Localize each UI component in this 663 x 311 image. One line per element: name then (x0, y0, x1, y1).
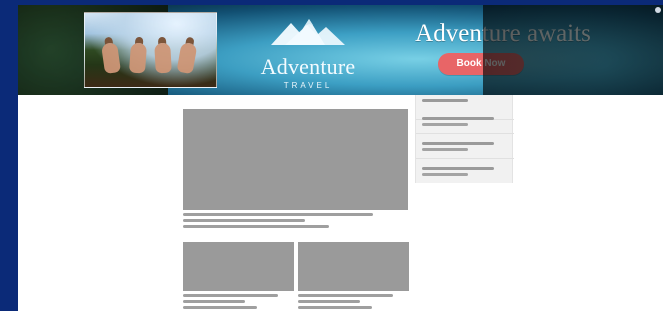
sidebar-item-title-line (422, 142, 494, 145)
sidebar-item[interactable] (416, 134, 514, 159)
card-meta-line (298, 306, 372, 309)
card-title-line (298, 294, 393, 297)
card-title-line (183, 294, 278, 297)
sidebar-list (415, 95, 514, 184)
adventure-photo (84, 12, 217, 88)
sidebar-item-subtitle-line (422, 173, 468, 176)
photo-person (154, 42, 172, 74)
photo-person (176, 41, 198, 75)
hero-title-line (183, 213, 373, 216)
brand-subtitle: TRAVEL (283, 81, 333, 90)
photo-person (100, 42, 122, 74)
sidebar-item-subtitle-line (422, 123, 468, 126)
hero-image-placeholder (183, 109, 408, 210)
card-image-placeholder (298, 242, 409, 291)
book-now-button[interactable]: Book Now (438, 53, 524, 75)
mountains-icon (271, 19, 345, 45)
card-meta-line (183, 306, 257, 309)
brand-title: Adventure (260, 54, 356, 79)
sidebar-item[interactable] (416, 109, 514, 134)
sidebar-item-title-line (422, 167, 494, 170)
banner-headline: Adventure awaits (415, 20, 591, 47)
brand-logo: Adventure TRAVEL (248, 13, 368, 93)
hero-meta-line (183, 225, 329, 228)
card-image-placeholder (183, 242, 294, 291)
status-indicator (655, 7, 661, 13)
card-subtitle-line (183, 300, 245, 303)
sidebar-item[interactable] (416, 159, 514, 184)
page-content (18, 95, 663, 311)
ad-banner[interactable]: Adventure TRAVEL Adventure awaits Book N… (18, 5, 663, 95)
photo-person (128, 42, 148, 74)
sidebar-item-title-line (422, 99, 468, 102)
card-subtitle-line (298, 300, 360, 303)
hero-subtitle-line (183, 219, 305, 222)
browser-viewport: Adventure TRAVEL Adventure awaits Book N… (18, 5, 663, 311)
sidebar-item-subtitle-line (422, 148, 468, 151)
sidebar-item-title-line (422, 117, 494, 120)
